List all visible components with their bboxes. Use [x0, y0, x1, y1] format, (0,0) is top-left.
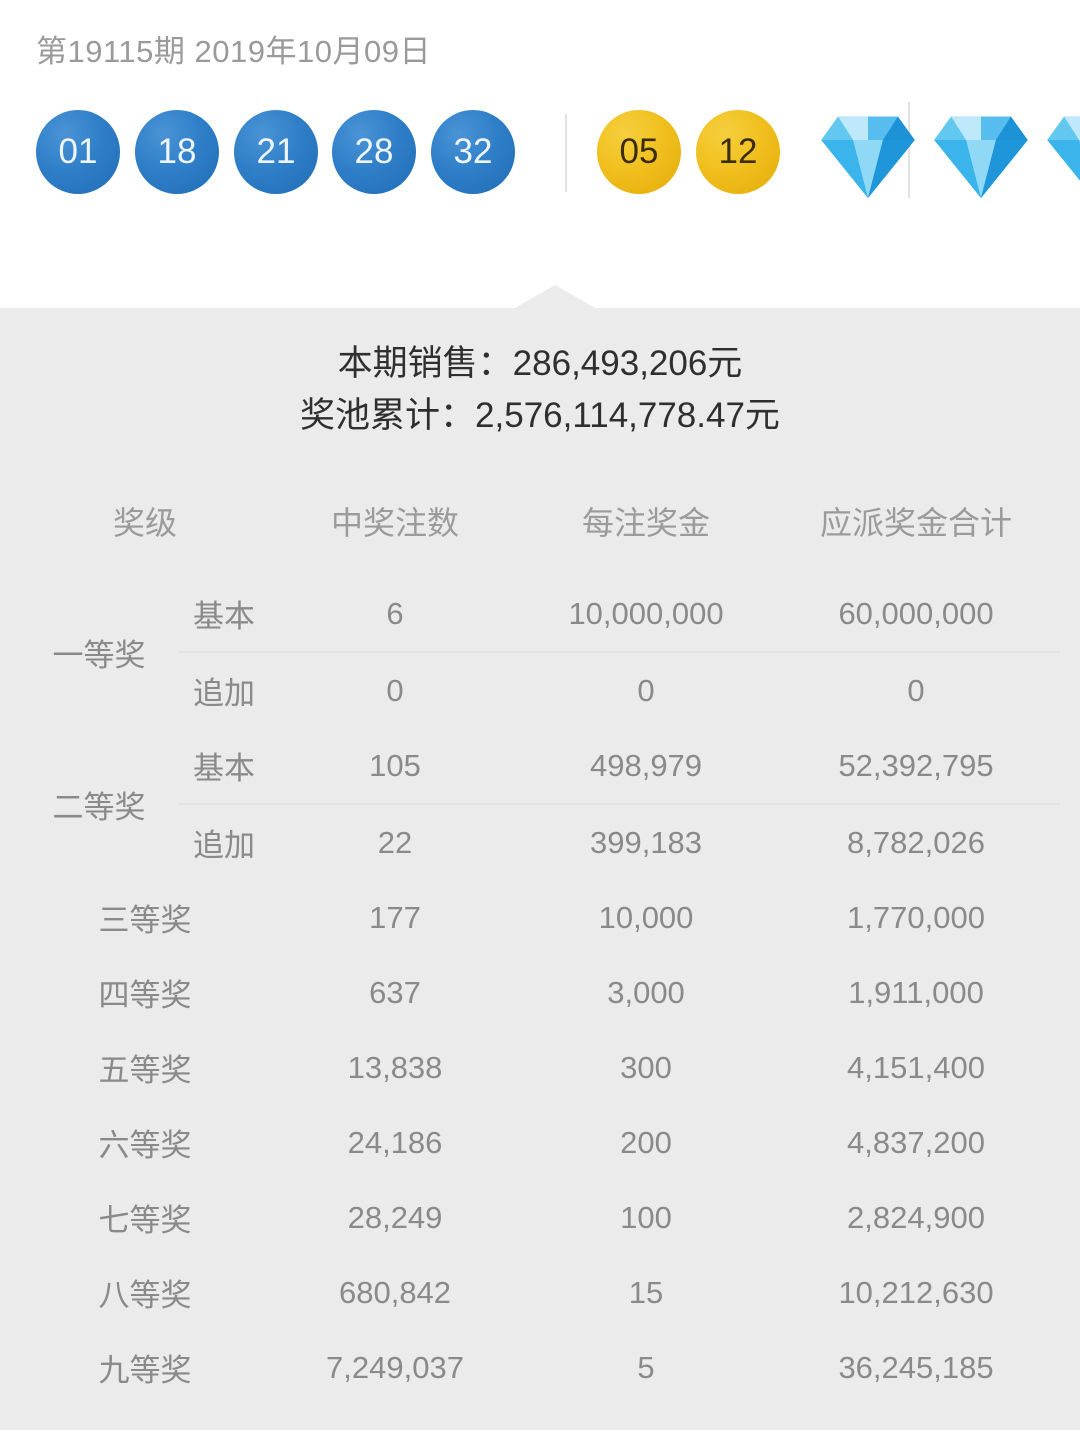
front-ball-1: 01: [36, 110, 120, 194]
prize-count: 13,838: [347, 1049, 443, 1085]
prize-per-bet: 0: [637, 672, 655, 708]
prize-total: 4,151,400: [847, 1049, 985, 1085]
back-ball-1: 05: [597, 110, 681, 194]
front-ball-3: 21: [234, 110, 318, 194]
front-ball-2: 18: [135, 110, 219, 194]
prize-total: 2,824,900: [847, 1199, 985, 1235]
prize-count: 637: [369, 974, 421, 1010]
ball-group-divider-1: [565, 114, 567, 192]
prize-count: 24,186: [347, 1124, 443, 1160]
prize-grade-label: 九等奖: [98, 1353, 192, 1388]
col-header-grade: 奖级: [113, 505, 178, 541]
diamond-icon: [821, 116, 915, 198]
prize-sub-label: 基本: [178, 576, 271, 653]
prize-per-bet: 3,000: [607, 974, 685, 1010]
sales-summary: 本期销售：286,493,206元 奖池累计：2,576,114,778.47元: [0, 338, 1080, 442]
prize-count: 22: [377, 824, 413, 860]
table-row: 五等奖 13,838 300 4,151,400: [20, 1030, 1060, 1105]
prize-per-bet: 15: [628, 1274, 664, 1310]
panel-notch-arrow: [513, 285, 597, 309]
draw-issue-date: 第19115期 2019年10月09日: [36, 34, 431, 69]
table-row: 八等奖 680,842 15 10,212,630: [20, 1255, 1060, 1330]
sales-line: 本期销售：286,493,206元: [337, 344, 743, 383]
table-row: 六等奖 24,186 200 4,837,200: [20, 1105, 1060, 1180]
prize-detail-panel: 本期销售：286,493,206元 奖池累计：2,576,114,778.47元…: [0, 285, 1080, 1430]
prize-total: 4,837,200: [847, 1124, 985, 1160]
prize-total: 36,245,185: [838, 1349, 994, 1385]
prize-per-bet: 5: [637, 1349, 655, 1385]
col-header-per: 每注奖金: [582, 505, 711, 541]
prize-count: 0: [386, 672, 404, 708]
prize-per-bet: 300: [620, 1049, 672, 1085]
prize-total: 52,392,795: [772, 728, 1061, 805]
prize-table: 奖级 中奖注数 每注奖金 应派奖金合计 一等奖 基本 6 10,000,000 …: [20, 466, 1061, 1405]
prize-grade-label: 二等奖: [52, 789, 146, 825]
prize-per-bet: 399,183: [589, 824, 703, 860]
prize-sub-label: 追加: [193, 676, 255, 711]
diamond-icon: [1047, 116, 1080, 181]
prize-grade-label: 一等奖: [52, 637, 146, 673]
prize-grade-label: 八等奖: [98, 1278, 192, 1313]
prize-grade-label: 七等奖: [98, 1203, 192, 1238]
col-header-total: 应派奖金合计: [820, 505, 1013, 541]
table-row: 三等奖 177 10,000 1,770,000: [20, 880, 1060, 955]
prize-per-bet: 200: [620, 1124, 672, 1160]
front-ball-5: 32: [431, 110, 515, 194]
winning-numbers-row: 01 18 21 28 32 05 12: [0, 102, 1080, 198]
diamond-icon: [934, 116, 1028, 198]
prize-sub-label: 基本: [178, 728, 271, 805]
col-header-count: 中奖注数: [331, 505, 460, 541]
prize-count: 680,842: [338, 1274, 452, 1310]
prize-total: 0: [907, 672, 925, 708]
table-header-row: 奖级 中奖注数 每注奖金 应派奖金合计: [20, 466, 1060, 576]
prize-total: 1,911,000: [848, 974, 984, 1010]
draw-header: 第19115期 2019年10月09日 01 18 21 28 32 05 12: [0, 0, 1080, 308]
prize-per-bet: 498,979: [520, 728, 773, 805]
pool-line: 奖池累计：2,576,114,778.47元: [300, 396, 780, 435]
table-row: 九等奖 7,249,037 5 36,245,185: [20, 1330, 1060, 1405]
table-row: 二等奖 基本 105 498,979 52,392,795: [20, 728, 1061, 825]
prize-grade-label: 六等奖: [98, 1128, 192, 1163]
prize-grade-label: 四等奖: [98, 978, 192, 1013]
prize-grade-label: 五等奖: [98, 1053, 192, 1088]
prize-total: 8,782,026: [847, 824, 985, 860]
prize-count: 105: [270, 728, 521, 805]
prize-count: 177: [369, 899, 421, 935]
table-row: 四等奖 637 3,000 1,911,000: [20, 955, 1060, 1030]
prize-per-bet: 100: [620, 1199, 672, 1235]
prize-count: 28,249: [347, 1199, 443, 1235]
back-ball-2: 12: [696, 110, 780, 194]
prize-grade-label: 三等奖: [98, 903, 192, 938]
prize-total: 60,000,000: [772, 576, 1061, 653]
prize-count: 7,249,037: [326, 1349, 464, 1385]
prize-table-wrapper: 奖级 中奖注数 每注奖金 应派奖金合计 一等奖 基本 6 10,000,000 …: [20, 466, 1061, 1405]
table-row: 一等奖 基本 6 10,000,000 60,000,000: [20, 576, 1061, 673]
prize-count: 6: [270, 576, 521, 653]
prize-total: 1,770,000: [847, 899, 985, 935]
prize-total: 10,212,630: [838, 1274, 994, 1310]
table-row: 七等奖 28,249 100 2,824,900: [20, 1180, 1060, 1255]
prize-sub-label: 追加: [193, 828, 255, 863]
prize-per-bet: 10,000,000: [520, 576, 773, 653]
front-ball-4: 28: [332, 110, 416, 194]
prize-per-bet: 10,000: [598, 899, 694, 935]
